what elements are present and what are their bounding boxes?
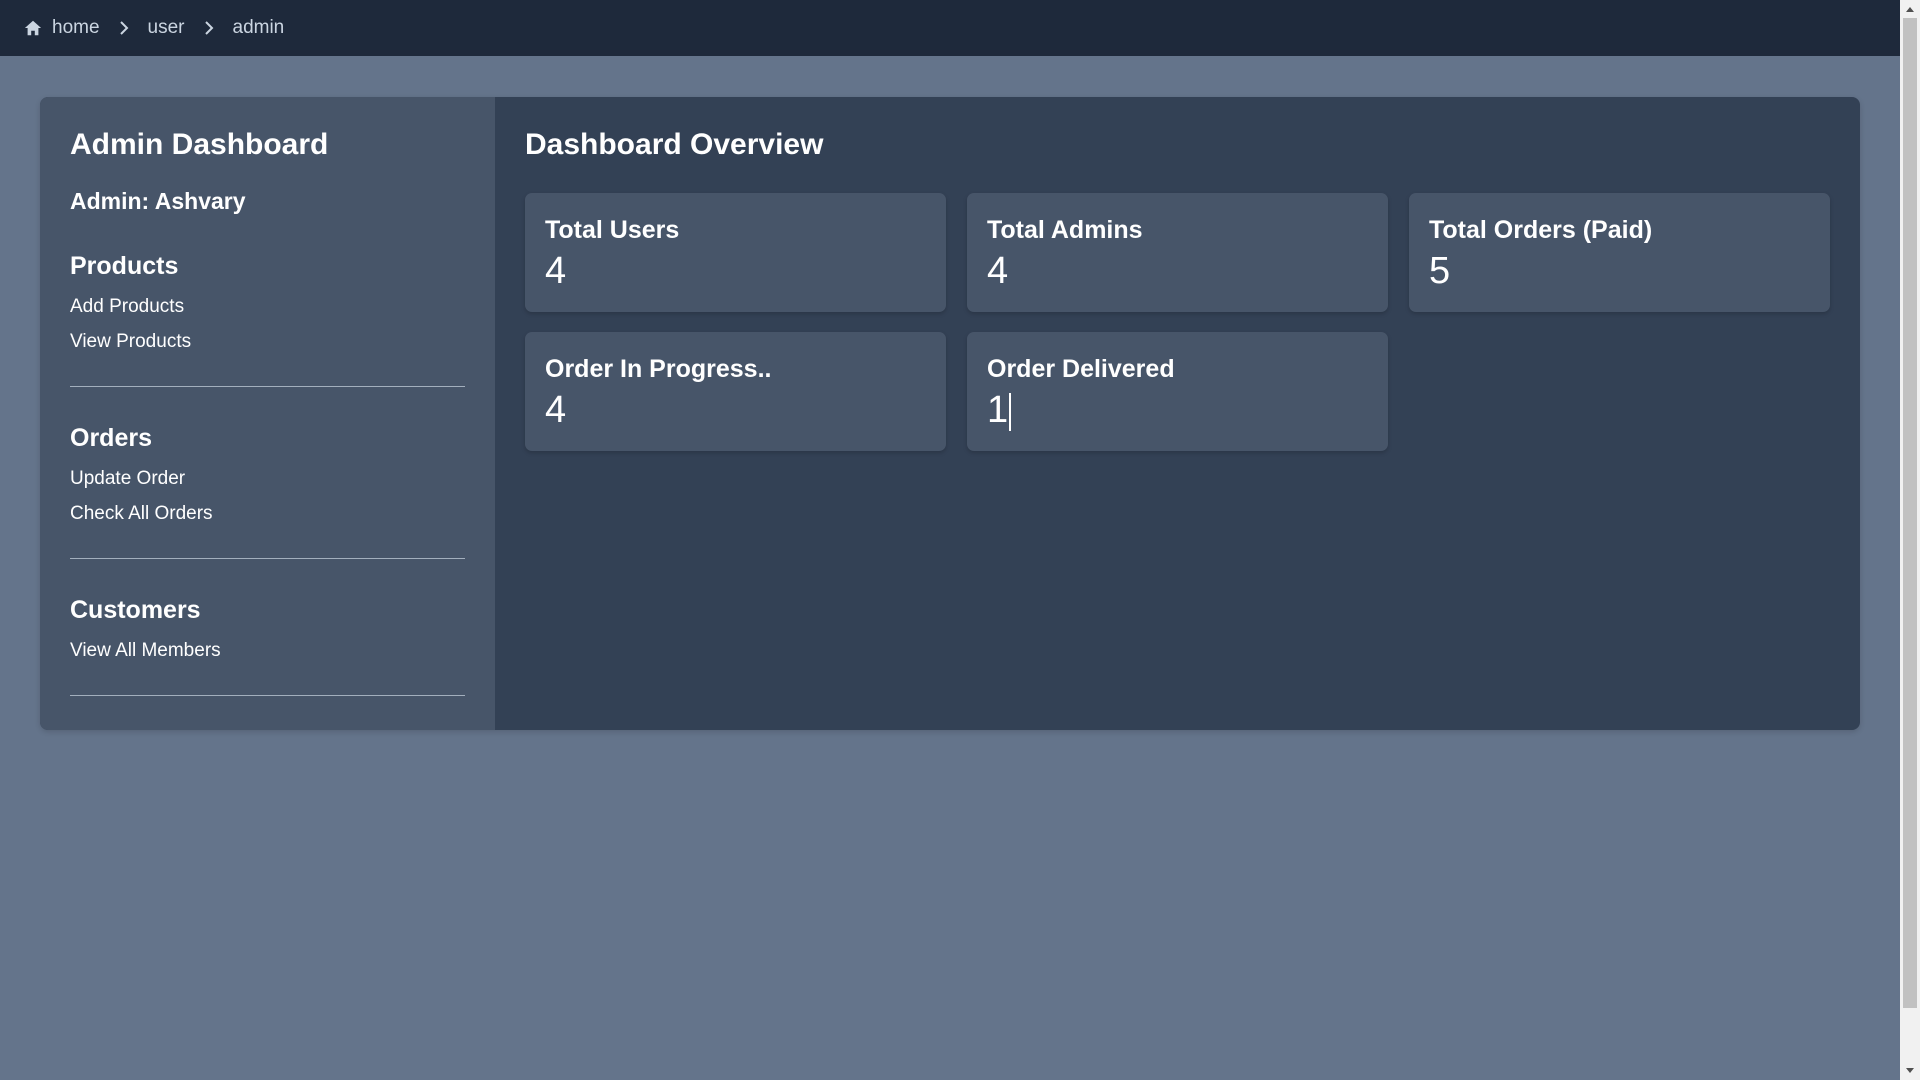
- stats-grid: Total Users 4 Total Admins 4 Total Order…: [525, 193, 1830, 451]
- stat-label: Total Admins: [987, 216, 1143, 244]
- page-title: Dashboard Overview: [525, 128, 824, 161]
- home-icon: [24, 20, 42, 36]
- stat-label: Order In Progress..: [545, 355, 772, 383]
- sidebar-link-view-products[interactable]: View Products: [70, 330, 465, 354]
- sidebar-link-view-all-members[interactable]: View All Members: [70, 639, 465, 663]
- section-title-customers: Customers: [70, 596, 201, 624]
- breadcrumb-item-admin[interactable]: admin: [233, 17, 285, 39]
- stat-label: Total Orders (Paid): [1429, 216, 1653, 244]
- breadcrumb: home user admin: [0, 0, 1900, 56]
- sidebar-title: Admin Dashboard: [70, 128, 329, 161]
- section-title-products: Products: [70, 252, 179, 280]
- stat-value-container: 1: [987, 388, 1368, 432]
- dashboard-panel: Admin Dashboard Admin: Ashvary Products …: [40, 97, 1860, 730]
- scroll-down-arrow-icon[interactable]: [1900, 1062, 1920, 1080]
- divider: [70, 386, 465, 387]
- stat-value: 4: [987, 250, 1009, 292]
- stat-card-total-users: Total Users 4: [525, 193, 946, 312]
- stat-value: 4: [545, 250, 567, 292]
- stat-label: Total Users: [545, 216, 680, 244]
- stat-value: 1: [987, 389, 1009, 431]
- breadcrumb-home[interactable]: home: [24, 17, 100, 39]
- chevron-right-icon: [204, 21, 213, 35]
- section-title-orders: Orders: [70, 424, 152, 452]
- sidebar: Admin Dashboard Admin: Ashvary Products …: [40, 97, 495, 730]
- breadcrumb-item-home[interactable]: home: [52, 17, 100, 39]
- sidebar-link-add-products[interactable]: Add Products: [70, 295, 465, 319]
- text-cursor: [1009, 392, 1012, 431]
- divider: [70, 695, 465, 696]
- stat-value: 4: [545, 389, 567, 431]
- divider: [70, 558, 465, 559]
- stat-card-order-delivered: Order Delivered 1: [967, 332, 1388, 451]
- stat-card-total-admins: Total Admins 4: [967, 193, 1388, 312]
- admin-name: Admin: Ashvary: [70, 188, 246, 214]
- stat-value: 5: [1429, 250, 1451, 292]
- chevron-right-icon: [119, 21, 128, 35]
- breadcrumb-item-user[interactable]: user: [148, 17, 185, 39]
- stat-card-total-orders-paid: Total Orders (Paid) 5: [1409, 193, 1830, 312]
- sidebar-link-update-order[interactable]: Update Order: [70, 467, 465, 491]
- main-content: Dashboard Overview Total Users 4 Total A…: [495, 97, 1860, 730]
- stat-card-order-in-progress: Order In Progress.. 4: [525, 332, 946, 451]
- scroll-thumb[interactable]: [1903, 18, 1917, 1008]
- sidebar-link-check-all-orders[interactable]: Check All Orders: [70, 502, 465, 526]
- scroll-up-arrow-icon[interactable]: [1900, 0, 1920, 18]
- vertical-scrollbar[interactable]: [1900, 0, 1920, 1080]
- stat-label: Order Delivered: [987, 355, 1175, 383]
